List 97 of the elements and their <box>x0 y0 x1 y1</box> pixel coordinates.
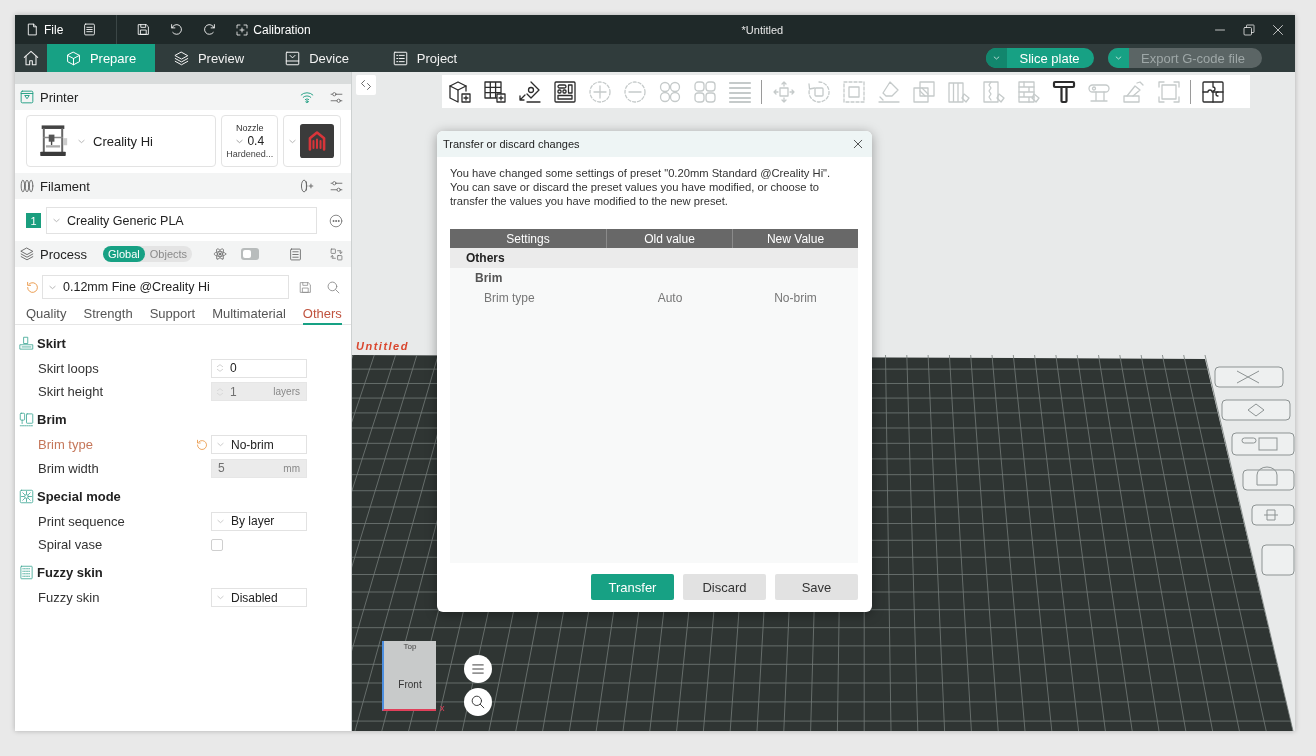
heated-bed-icon <box>299 124 336 158</box>
dropdown[interactable]: Disabled <box>211 588 307 608</box>
group-title: Fuzzy skin <box>37 565 103 581</box>
secondary-button[interactable]: Save <box>775 574 858 600</box>
two-blocks-icon <box>19 412 34 428</box>
wifi-icon[interactable] <box>300 90 314 104</box>
view-cube[interactable]: Top Front <box>382 641 436 711</box>
chevron-down-icon <box>1108 48 1129 68</box>
spools-icon <box>20 179 34 193</box>
atom-icon[interactable] <box>213 247 227 261</box>
table-cell-text: Auto <box>656 291 684 305</box>
section-title: Process <box>40 246 87 262</box>
collapse-arrows-icon[interactable] <box>356 75 376 95</box>
nozzle-type: Hardened... <box>226 149 274 159</box>
main-tab[interactable]: Preview <box>155 44 263 72</box>
group-title: Special mode <box>37 488 121 504</box>
file-icon <box>26 23 39 36</box>
settings-tab[interactable]: Support <box>149 304 196 325</box>
plate-name: Untitled <box>356 340 409 352</box>
reset-icon[interactable] <box>196 438 208 451</box>
blocks-layout-icon[interactable] <box>552 79 577 104</box>
cube-top-label: Top <box>403 643 417 651</box>
add-cube-icon[interactable] <box>447 79 472 104</box>
cube-icon <box>65 50 81 66</box>
plate-selector[interactable] <box>283 115 341 167</box>
group-title: Brim <box>37 412 67 428</box>
redo-icon[interactable] <box>203 23 217 36</box>
printer-screen-icon <box>20 90 34 104</box>
setting-label: Brim type <box>38 437 94 453</box>
layers-icon <box>173 50 189 66</box>
table-cell-text: Brim type <box>483 291 536 305</box>
more-icon[interactable] <box>329 213 343 228</box>
list-box-icon <box>392 50 408 66</box>
setting-label: Skirt loops <box>38 360 100 376</box>
nozzle-selector[interactable]: Nozzle 0.4 Hardened... <box>221 115 279 167</box>
checkbox[interactable] <box>211 538 223 551</box>
column-header: New Value <box>765 230 826 248</box>
dotted-sheet-icon <box>19 565 34 581</box>
filament-dropdown[interactable]: Creality Generic PLA <box>46 207 317 234</box>
settings-tab[interactable]: Multimaterial <box>212 304 286 325</box>
home-icon[interactable] <box>23 50 39 66</box>
main-tab[interactable]: Device <box>263 44 371 72</box>
diamond-arrow-icon[interactable] <box>517 79 542 104</box>
settings-tab[interactable]: Others <box>302 304 342 325</box>
subcategory-label: Brim <box>474 270 504 287</box>
settings-tab[interactable]: Strength <box>83 304 133 325</box>
puzzle-icon[interactable] <box>1200 79 1225 104</box>
reset-icon[interactable] <box>26 280 39 294</box>
crosshair-frame-icon <box>236 23 249 36</box>
search-icon <box>471 695 485 709</box>
preset-dropdown[interactable]: 0.12mm Fine @Creality Hi <box>42 275 289 299</box>
window-title: *Untitled <box>740 23 785 36</box>
unit-label: mm <box>283 462 300 474</box>
add-spool-icon[interactable] <box>300 179 314 193</box>
settings-tab[interactable]: Quality <box>26 304 67 325</box>
section-title: Printer <box>40 89 79 105</box>
group-title: Skirt <box>37 335 66 351</box>
unit-label: layers <box>273 386 300 398</box>
sliders-icon[interactable] <box>330 179 343 193</box>
spin-field[interactable]: 0 <box>211 358 307 378</box>
chevron-down-icon <box>986 48 1007 68</box>
search-icon[interactable] <box>327 280 340 294</box>
setting-label: Spiral vase <box>38 537 104 553</box>
setting-label: Skirt height <box>38 384 105 400</box>
setting-label: Print sequence <box>38 513 126 529</box>
axis-label: x <box>440 704 445 713</box>
dropdown[interactable]: By layer <box>211 511 307 531</box>
stamp-icon <box>19 335 34 351</box>
nozzle-size: 0.4 <box>247 134 265 148</box>
nozzle-label: Nozzle <box>236 123 264 133</box>
text-tool-icon[interactable] <box>1051 79 1076 104</box>
main-tab[interactable]: Project <box>371 44 479 72</box>
sparkle-grid-icon <box>19 488 34 504</box>
menu-icon <box>471 662 485 676</box>
section-title: Filament <box>40 178 90 194</box>
toggle-switch[interactable] <box>241 248 259 260</box>
grid-plus-icon[interactable] <box>482 79 507 104</box>
setting-label: Fuzzy skin <box>38 590 101 606</box>
dialog-message: You have changed some settings of preset "0.20mm Standard @Creality Hi". You can save or discard the preset values you have modified, or choose to transfer the values you have modified to the new preset. <box>450 166 832 208</box>
printer-selector[interactable]: Creality Hi <box>26 115 217 167</box>
dialog-title: Transfer or discard changes <box>443 138 580 150</box>
table-cell-text: No-brim <box>773 291 818 305</box>
chevron-down-icon <box>52 216 61 225</box>
calibration-menu[interactable]: Calibration <box>236 22 311 37</box>
cube-front-label: Front <box>398 679 422 690</box>
dropdown[interactable]: No-brim <box>211 435 307 455</box>
close-icon[interactable] <box>853 139 863 149</box>
swap-squares-icon[interactable] <box>330 247 343 261</box>
secondary-button[interactable]: Discard <box>683 574 766 600</box>
restore-icon[interactable] <box>1243 23 1255 36</box>
printer-name: Creality Hi <box>93 133 153 149</box>
category-row: Others <box>450 248 858 268</box>
layers-icon <box>20 247 34 261</box>
sliders-icon[interactable] <box>330 90 343 104</box>
setting-label: Brim width <box>38 460 100 476</box>
undo-icon[interactable] <box>170 23 184 36</box>
file-menu[interactable]: File <box>26 22 64 37</box>
